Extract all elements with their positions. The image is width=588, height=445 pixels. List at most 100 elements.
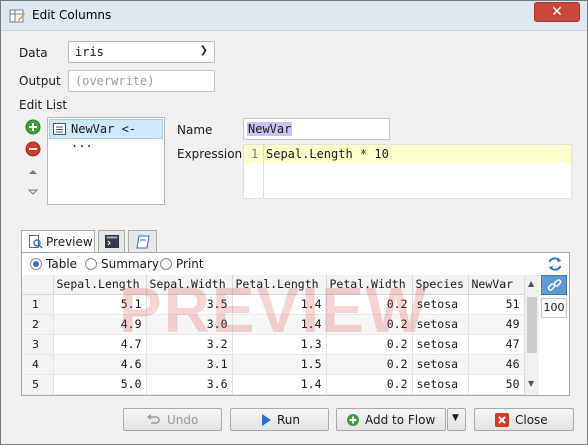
edit-columns-dialog: Edit Columns ✕ Data iris ❯ Output (overw…	[0, 0, 588, 445]
table-row[interactable]: 3 4.7 3.2 1.3 0.2 setosa 47	[22, 334, 525, 355]
window-close-button[interactable]: ✕	[534, 2, 580, 22]
link-icon	[547, 279, 562, 291]
table-row[interactable]: 1 5.1 3.5 1.4 0.2 setosa 51	[22, 294, 525, 315]
add-to-flow-button[interactable]: Add to Flow	[336, 408, 446, 431]
run-button-label: Run	[277, 413, 301, 427]
table-header-row: Sepal.Length Sepal.Width Petal.Length Pe…	[22, 275, 525, 295]
chevron-down-icon: ▼	[452, 413, 459, 423]
output-placeholder: (overwrite)	[75, 74, 155, 88]
add-icon[interactable]	[25, 119, 41, 135]
table-cell: setosa	[412, 294, 469, 315]
table-cell: setosa	[412, 334, 469, 355]
table-row[interactable]: 2 4.9 3.0 1.4 0.2 setosa 49	[22, 314, 525, 335]
table-cell: 3.2	[146, 334, 233, 355]
window-title: Edit Columns	[32, 8, 112, 22]
row-number: 2	[22, 314, 54, 335]
preview-row-count-input[interactable]: 100	[541, 298, 567, 318]
table-cell: 0.2	[326, 354, 413, 375]
table-cell: setosa	[412, 374, 469, 395]
table-cell: 3.5	[146, 294, 233, 315]
column-header[interactable]	[22, 275, 54, 295]
move-down-icon[interactable]	[25, 184, 41, 200]
undo-button[interactable]: Undo	[123, 408, 222, 431]
row-number: 1	[22, 294, 54, 315]
scrollbar-thumb[interactable]	[527, 297, 537, 353]
name-input-value: NewVar	[247, 122, 293, 136]
table-cell: 5.1	[53, 294, 147, 315]
edit-list-item-label: NewVar <- ...	[71, 122, 137, 150]
document-icon	[136, 235, 150, 249]
table-cell: 1.4	[232, 374, 327, 395]
list-item-icon	[53, 123, 66, 135]
radio-icon	[85, 258, 97, 270]
undo-button-label: Undo	[167, 413, 199, 427]
column-header[interactable]: Petal.Length	[232, 275, 327, 295]
move-up-icon[interactable]	[25, 164, 41, 180]
line-number: 1	[251, 147, 259, 161]
table-cell: 3.0	[146, 314, 233, 335]
add-to-flow-menu-button[interactable]: ▼	[447, 408, 466, 431]
row-number: 3	[22, 334, 54, 355]
edit-columns-icon	[9, 9, 25, 23]
data-label: Data	[19, 46, 48, 60]
edit-list-label: Edit List	[19, 98, 68, 112]
add-to-flow-button-label: Add to Flow	[365, 413, 436, 427]
table-cell: 49	[468, 314, 525, 335]
edit-list-item[interactable]: NewVar <- ...	[49, 119, 163, 150]
tab-document[interactable]	[128, 230, 157, 252]
data-select-value: iris	[75, 45, 104, 59]
table-cell: 50	[468, 374, 525, 395]
table-cell: 46	[468, 354, 525, 375]
edit-list[interactable]: NewVar <- ...	[47, 117, 165, 205]
view-option-summary-label: Summary	[101, 257, 159, 271]
remove-icon[interactable]	[25, 141, 41, 157]
table-cell: 4.7	[53, 334, 147, 355]
column-header[interactable]: Petal.Width	[326, 275, 413, 295]
view-option-table-label: Table	[46, 257, 78, 271]
table-row[interactable]: 4 4.6 3.1 1.5 0.2 setosa 46	[22, 354, 525, 375]
tab-console[interactable]	[98, 230, 125, 252]
table-cell: 5.0	[53, 374, 147, 395]
table-scrollbar[interactable]: ▲ ▼	[524, 275, 539, 395]
table-cell: setosa	[412, 354, 469, 375]
table-cell: 3.6	[146, 374, 233, 395]
table-cell: 47	[468, 334, 525, 355]
table-row[interactable]: 5 5.0 3.6 1.4 0.2 setosa 50	[22, 374, 525, 395]
preview-table[interactable]: Sepal.Length Sepal.Width Petal.Length Pe…	[22, 275, 540, 395]
expression-text: Sepal.Length * 10	[266, 147, 389, 161]
row-number: 5	[22, 374, 54, 395]
radio-selected-icon	[30, 258, 42, 270]
refresh-icon[interactable]	[546, 255, 564, 273]
expression-label: Expression	[177, 147, 243, 161]
expression-editor[interactable]: 1 Sepal.Length * 10	[243, 144, 572, 199]
table-cell: 4.9	[53, 314, 147, 335]
close-button-label: Close	[515, 413, 548, 427]
name-input[interactable]: NewVar	[243, 118, 390, 140]
table-cell: 51	[468, 294, 525, 315]
console-icon	[105, 235, 119, 248]
link-rows-button[interactable]	[541, 275, 567, 295]
table-cell: 1.4	[232, 294, 327, 315]
column-header[interactable]: Species	[412, 275, 469, 295]
name-label: Name	[177, 123, 213, 137]
column-header[interactable]: Sepal.Length	[53, 275, 147, 295]
tab-preview-label: Preview	[46, 235, 93, 249]
row-number: 4	[22, 354, 54, 375]
view-option-print-label: Print	[176, 257, 204, 271]
table-cell: setosa	[412, 314, 469, 335]
scroll-up-icon[interactable]: ▲	[528, 279, 534, 288]
gutter-divider	[263, 145, 264, 198]
tab-preview[interactable]: Preview	[21, 230, 95, 253]
radio-icon	[160, 258, 172, 270]
output-input[interactable]: (overwrite)	[68, 70, 215, 92]
column-header[interactable]: NewVar	[468, 275, 525, 295]
data-select[interactable]: iris ❯	[68, 41, 215, 63]
chevron-down-icon: ❯	[199, 45, 208, 56]
table-cell: 3.1	[146, 354, 233, 375]
run-button[interactable]: Run	[230, 408, 329, 431]
table-cell: 0.2	[326, 314, 413, 335]
scroll-down-icon[interactable]: ▼	[528, 379, 534, 388]
column-header[interactable]: Sepal.Width	[146, 275, 233, 295]
close-button[interactable]: Close	[474, 408, 574, 431]
table-cell: 1.3	[232, 334, 327, 355]
